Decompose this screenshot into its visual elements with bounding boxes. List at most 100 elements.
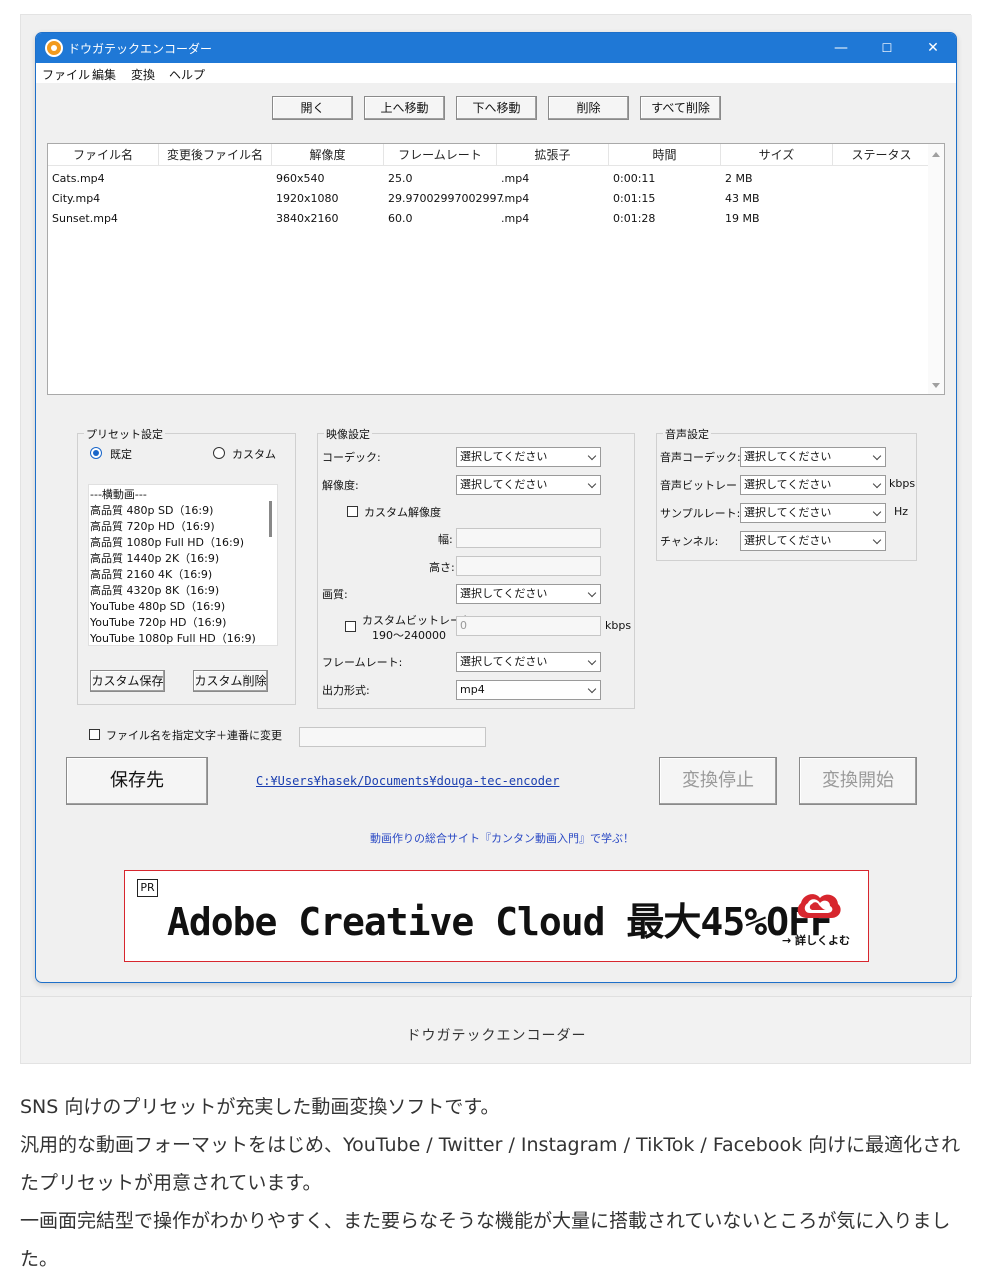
delete-custom-button[interactable]: カスタム削除 (193, 670, 268, 692)
audio-bitrate-select[interactable]: 選択してください (740, 475, 886, 495)
video-group: 映像設定 コーデック: 選択してください 解像度: 選択してください カスタム解… (317, 426, 635, 709)
bitrate-unit: kbps (605, 619, 632, 632)
audio-codec-value: 選択してください (744, 450, 832, 463)
samplerate-select[interactable]: 選択してください (740, 503, 886, 523)
move-up-button[interactable]: 上へ移動 (364, 96, 445, 120)
cell-name: City.mp4 (52, 192, 101, 205)
column-header[interactable]: 拡張子 (497, 144, 609, 166)
menu-convert[interactable]: 変換 (131, 66, 155, 83)
rename-checkbox[interactable] (89, 729, 100, 740)
menu-edit[interactable]: 編集 (92, 66, 116, 83)
file-list-scrollbar[interactable] (928, 144, 944, 394)
column-header[interactable]: 時間 (609, 144, 721, 166)
list-item[interactable]: YouTube 720p HD（16:9) (90, 615, 226, 631)
maximize-button[interactable]: ☐ (872, 37, 902, 59)
delete-all-button[interactable]: すべて削除 (640, 96, 721, 120)
list-item[interactable]: YouTube 480p SD（16:9) (90, 599, 225, 615)
promo-link[interactable]: 動画作りの総合サイト『カンタン動画入門』で学ぶ！ (370, 830, 634, 846)
rename-label: ファイル名を指定文字＋連番に変更 (106, 729, 282, 742)
list-item[interactable]: ---横動画--- (90, 487, 147, 503)
scroll-down-icon[interactable] (932, 383, 940, 388)
video-codec-select[interactable]: 選択してください (456, 447, 601, 467)
video-resolution-select[interactable]: 選択してください (456, 475, 601, 495)
cell-size: 19 MB (725, 212, 760, 225)
chevron-down-icon (872, 451, 882, 461)
preset-list-scrollbar[interactable] (267, 485, 277, 645)
framerate-select[interactable]: 選択してください (456, 652, 601, 672)
column-header[interactable]: ファイル名 (48, 144, 159, 166)
start-convert-button[interactable]: 変換開始 (799, 757, 917, 805)
video-codec-label: コーデック: (322, 451, 381, 464)
column-header[interactable]: サイズ (721, 144, 833, 166)
list-item[interactable]: 高品質 720p HD（16:9) (90, 519, 215, 535)
ad-banner[interactable]: PR Adobe Creative Cloud 最大45%OFF → 詳しくよむ (124, 870, 869, 962)
custom-resolution-checkbox[interactable] (347, 506, 358, 517)
quality-select[interactable]: 選択してください (456, 584, 601, 604)
bitrate-field[interactable]: 0 (456, 616, 601, 636)
height-label: 高さ: (429, 561, 455, 574)
figure-caption: ドウガテックエンコーダー (406, 1028, 587, 1044)
scroll-thumb[interactable] (269, 501, 272, 537)
height-field[interactable] (456, 556, 601, 576)
save-custom-button[interactable]: カスタム保存 (90, 670, 165, 692)
move-down-button[interactable]: 下へ移動 (456, 96, 537, 120)
width-field[interactable] (456, 528, 601, 548)
width-label: 幅: (438, 533, 453, 546)
close-button[interactable]: ✕ (918, 37, 948, 59)
minimize-button[interactable]: — (826, 37, 856, 59)
framerate-label: フレームレート: (322, 656, 403, 669)
channel-label: チャンネル: (660, 535, 719, 548)
framerate-value: 選択してください (460, 655, 548, 668)
creative-cloud-icon (797, 894, 841, 918)
custom-bitrate-checkbox[interactable] (345, 621, 356, 632)
delete-button[interactable]: 削除 (548, 96, 629, 120)
list-item[interactable]: 高品質 1440p 2K（16:9) (90, 551, 219, 567)
list-item[interactable]: 高品質 2160 4K（16:9) (90, 567, 212, 583)
table-row[interactable]: Cats.mp4 960x540 25.0 .mp4 0:00:11 2 MB (48, 169, 930, 189)
preset-list[interactable]: ---横動画--- 高品質 480p SD（16:9) 高品質 720p HD（… (88, 484, 278, 646)
audio-group-title: 音声設定 (663, 426, 711, 442)
file-list[interactable]: ファイル名 変更後ファイル名 解像度 フレームレート 拡張子 時間 サイズ ステ… (47, 143, 945, 395)
open-button[interactable]: 開く (272, 96, 353, 120)
preset-default-radio[interactable] (90, 447, 102, 459)
screenshot: ドウガテックエンコーダー — ☐ ✕ ファイル 編集 変換 ヘルプ 開く 上へ移… (21, 15, 972, 997)
audio-bitrate-unit: kbps (889, 477, 916, 490)
samplerate-value: 選択してください (744, 506, 832, 519)
output-path-link[interactable]: C:¥Users¥hasek/Documents¥douga-tec-encod… (256, 774, 559, 788)
format-select[interactable]: mp4 (456, 680, 601, 700)
app-icon (45, 39, 63, 57)
quality-value: 選択してください (460, 587, 548, 600)
read-more-link[interactable]: → 詳しくよむ (782, 932, 850, 948)
column-header[interactable]: フレームレート (384, 144, 497, 166)
table-row[interactable]: Sunset.mp4 3840x2160 60.0 .mp4 0:01:28 1… (48, 209, 930, 229)
table-row[interactable]: City.mp4 1920x1080 29.97002997002997 .mp… (48, 189, 930, 209)
chevron-down-icon (587, 684, 597, 694)
figure: ドウガテックエンコーダー — ☐ ✕ ファイル 編集 変換 ヘルプ 開く 上へ移… (20, 14, 972, 1064)
preset-custom-radio[interactable] (213, 447, 225, 459)
bitrate-value: 0 (460, 619, 467, 632)
save-destination-button[interactable]: 保存先 (66, 757, 208, 805)
column-header[interactable]: 解像度 (272, 144, 384, 166)
window-title: ドウガテックエンコーダー (68, 42, 213, 56)
chevron-down-icon (872, 479, 882, 489)
list-item[interactable]: 高品質 4320p 8K（16:9) (90, 583, 219, 599)
column-header[interactable]: ステータス (833, 144, 930, 166)
chevron-down-icon (872, 507, 882, 517)
rename-field[interactable] (299, 727, 486, 747)
video-group-title: 映像設定 (324, 426, 372, 442)
channel-value: 選択してください (744, 534, 832, 547)
list-item[interactable]: 高品質 480p SD（16:9) (90, 503, 213, 519)
channel-select[interactable]: 選択してください (740, 531, 886, 551)
audio-codec-select[interactable]: 選択してください (740, 447, 886, 467)
menu-help[interactable]: ヘルプ (169, 66, 205, 83)
cell-name: Cats.mp4 (52, 172, 105, 185)
menu-file[interactable]: ファイル (42, 66, 90, 83)
list-item[interactable]: YouTube 1080p Full HD（16:9) (90, 631, 256, 645)
list-item[interactable]: 高品質 1080p Full HD（16:9) (90, 535, 244, 551)
cell-time: 0:01:28 (613, 212, 656, 225)
column-header[interactable]: 変更後ファイル名 (159, 144, 272, 166)
scroll-up-icon[interactable] (932, 152, 940, 157)
stop-convert-button[interactable]: 変換停止 (659, 757, 777, 805)
article-paragraph: 汎用的な動画フォーマットをはじめ、YouTube / Twitter / Ins… (20, 1134, 961, 1194)
cell-resolution: 960x540 (276, 172, 325, 185)
